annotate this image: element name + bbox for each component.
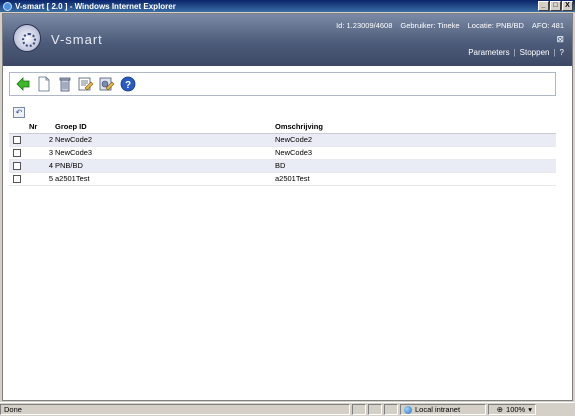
link-separator: | [513,48,516,57]
settings-edit-icon[interactable] [98,75,116,93]
stop-link[interactable]: Stoppen [520,48,550,57]
new-document-icon[interactable] [35,75,53,93]
group-id-column-header[interactable]: Groep ID [55,120,275,134]
row-checkbox[interactable] [13,149,21,157]
row-nr: 2 [27,133,55,147]
select-column-header [9,120,27,134]
zone-label: Local intranet [415,405,461,414]
row-checkbox-cell [9,146,27,160]
app-header: V-smart Id: 1.23009/4608 Gebruiker: Tine… [3,14,572,66]
ie-icon [3,1,12,11]
chevron-down-icon: ▾ [528,405,532,414]
zoom-icon: ⊕ [496,405,504,414]
help-link[interactable]: ? [560,48,564,57]
close-window-button[interactable]: X [562,1,573,11]
link-separator: | [553,48,556,57]
table-row[interactable]: 3 NewCode3 NewCode3 [9,146,556,160]
session-user: Gebruiker: Tineke [400,21,460,30]
security-zone: Local intranet [400,404,486,415]
table-header-row: Nr Groep ID Omschrijving [9,120,556,134]
session-info: Id: 1.23009/4608 Gebruiker: Tineke Locat… [336,21,564,30]
row-description: BD [275,159,556,173]
edit-details-icon[interactable] [77,75,95,93]
app-name: V-smart [51,32,103,47]
row-nr: 5 [27,172,55,186]
session-id: Id: 1.23009/4608 [336,21,393,30]
app-frame: V-smart Id: 1.23009/4608 Gebruiker: Tine… [2,13,573,401]
svg-text:?: ? [125,80,131,91]
zoom-level: 100% [506,405,526,414]
window-title: V-smart [ 2.0 ] - Windows Internet Explo… [15,1,176,11]
table-row[interactable]: 2 NewCode2 NewCode2 [9,133,556,147]
toolbar: ? [9,72,556,96]
maximize-button[interactable]: □ [550,1,561,11]
nr-column-header[interactable]: Nr [27,120,55,134]
row-group-id: a2501Test [55,172,275,186]
close-app-icon[interactable]: ⊠ [556,34,564,45]
row-description: a2501Test [275,172,556,186]
table-row[interactable]: 4 PNB/BD BD [9,159,556,173]
window-controls: _ □ X [538,1,573,11]
row-checkbox-cell [9,133,27,147]
status-panel [368,404,382,415]
status-panel [384,404,398,415]
session-location: Locatie: PNB/BD [467,21,524,30]
row-description: NewCode3 [275,146,556,160]
session-afo: AFO: 481 [531,21,564,30]
vsmart-logo-icon [13,24,41,52]
row-nr: 3 [27,146,55,160]
minimize-button[interactable]: _ [538,1,549,11]
table-row[interactable]: 5 a2501Test a2501Test [9,172,556,186]
results-table: Nr Groep ID Omschrijving 2 NewCode2 NewC… [9,120,556,186]
row-checkbox-cell [9,159,27,173]
header-links: Parameters | Stoppen | ? [468,48,564,57]
row-checkbox[interactable] [13,175,21,183]
row-description: NewCode2 [275,133,556,147]
globe-icon [404,405,412,414]
zoom-control[interactable]: ⊕ 100% ▾ [488,404,536,415]
status-panel [352,404,366,415]
row-group-id: NewCode3 [55,146,275,160]
trash-icon[interactable] [56,75,74,93]
row-checkbox[interactable] [13,136,21,144]
help-icon[interactable]: ? [119,75,137,93]
row-group-id: NewCode2 [55,133,275,147]
window-titlebar: V-smart [ 2.0 ] - Windows Internet Explo… [0,0,575,12]
status-bar: Done Local intranet ⊕ 100% ▾ [0,402,575,416]
row-nr: 4 [27,159,55,173]
description-column-header[interactable]: Omschrijving [275,120,556,134]
row-checkbox[interactable] [13,162,21,170]
status-text: Done [0,404,350,415]
row-group-id: PNB/BD [55,159,275,173]
undo-button[interactable]: ↶ [13,107,25,118]
arrow-left-icon[interactable] [14,75,32,93]
parameters-link[interactable]: Parameters [468,48,509,57]
row-checkbox-cell [9,172,27,186]
